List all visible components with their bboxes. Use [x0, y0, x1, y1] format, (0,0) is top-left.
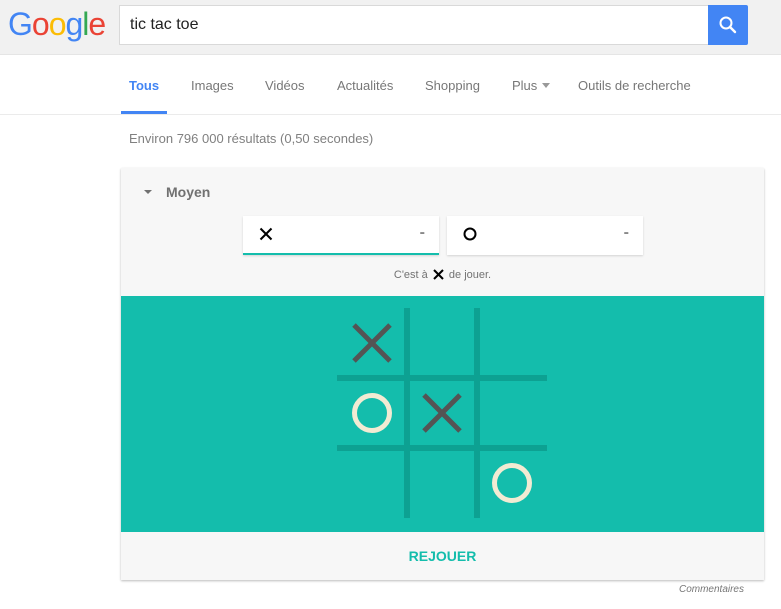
tab-images[interactable]: Images [191, 78, 234, 93]
caret-down-icon [542, 83, 551, 89]
logo-letter: e [88, 6, 106, 42]
board-cell[interactable] [337, 448, 407, 518]
result-stats: Environ 796 000 résultats (0,50 secondes… [129, 131, 374, 146]
tic-tac-toe-card: Moyen - - C'est à de jouer. REJOUER [121, 168, 764, 580]
search-icon [719, 16, 737, 34]
search-tabs: Tous Images Vidéos Actualités Shopping P… [0, 55, 781, 115]
player-o-score: - [623, 224, 629, 241]
o-mark [352, 393, 392, 433]
board-cell[interactable] [477, 378, 547, 448]
google-logo[interactable]: Google [8, 6, 106, 43]
player-o-card: - [447, 216, 643, 255]
search-button[interactable] [708, 5, 748, 45]
tab-actualites[interactable]: Actualités [337, 78, 393, 93]
difficulty-label: Moyen [166, 184, 211, 200]
player-x-card: - [243, 216, 439, 255]
search-box[interactable] [119, 5, 709, 45]
tab-plus-label: Plus [512, 78, 538, 93]
tab-tous[interactable]: Tous [129, 78, 159, 93]
player-x-score: - [419, 224, 425, 241]
x-mark [352, 323, 392, 363]
board-cell[interactable] [407, 308, 477, 378]
board-cell [407, 378, 477, 448]
logo-letter: o [31, 6, 50, 42]
feedback-link[interactable]: Commentaires [679, 584, 744, 595]
tab-shopping[interactable]: Shopping [425, 78, 480, 93]
active-tab-indicator [121, 111, 167, 114]
game-board-area [121, 296, 764, 532]
board-cell[interactable] [477, 308, 547, 378]
caret-down-icon [144, 190, 152, 194]
board-cell[interactable] [407, 448, 477, 518]
logo-letter: g [65, 6, 83, 42]
logo-letter: G [8, 6, 33, 42]
board-cell [337, 308, 407, 378]
difficulty-dropdown[interactable]: Moyen [144, 184, 210, 200]
search-input[interactable] [130, 6, 690, 44]
logo-letter: o [48, 6, 67, 42]
turn-suffix: de jouer. [448, 269, 492, 281]
x-icon [433, 269, 444, 280]
replay-button[interactable]: REJOUER [121, 532, 764, 580]
x-mark [422, 393, 462, 433]
game-board [337, 308, 547, 518]
turn-prefix: C'est à [393, 269, 428, 281]
board-cell [337, 378, 407, 448]
o-mark [492, 463, 532, 503]
board-cell [477, 448, 547, 518]
tab-videos[interactable]: Vidéos [265, 78, 305, 93]
header: Google [0, 0, 781, 55]
x-icon [259, 227, 273, 246]
tab-outils-de-recherche[interactable]: Outils de recherche [578, 78, 691, 93]
o-icon [463, 227, 477, 246]
turn-indicator: C'est à de jouer. [121, 269, 764, 281]
tab-plus[interactable]: Plus [512, 78, 551, 93]
